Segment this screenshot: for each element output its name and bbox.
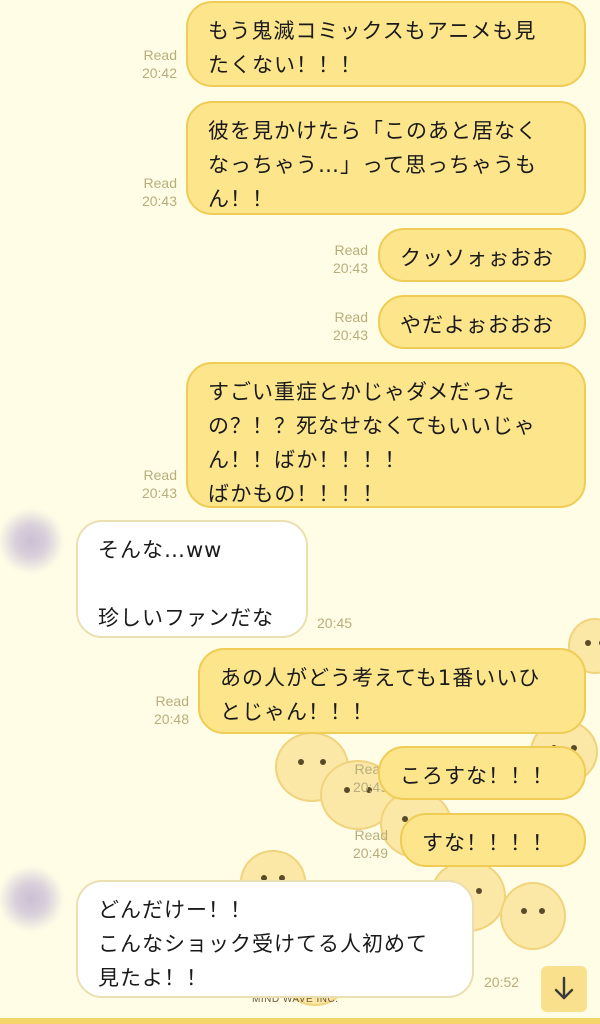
- read-receipt: Read: [334, 309, 368, 325]
- timestamp: 20:43: [332, 260, 368, 276]
- message-meta: Read 20:48: [154, 692, 189, 728]
- read-receipt: Read: [143, 175, 177, 191]
- outgoing-message-bubble[interactable]: すな！！！！: [400, 813, 586, 867]
- incoming-message-bubble[interactable]: どんだけー！！ こんなショック受けてる人初めて 見たよ！！: [76, 880, 474, 998]
- contact-avatar[interactable]: [0, 866, 64, 932]
- outgoing-message-bubble[interactable]: やだよぉおおお: [378, 295, 586, 349]
- timestamp: 20:43: [141, 485, 177, 501]
- outgoing-message-bubble[interactable]: すごい重症とかじゃダメだった の？！？死なせなくてもいいじゃ ん！！ばか！！！！…: [186, 362, 586, 508]
- chick-sticker: [500, 882, 566, 950]
- read-receipt: Read: [334, 242, 368, 258]
- outgoing-message-bubble[interactable]: クッソォぉおお: [378, 228, 586, 282]
- message-meta: Read 20:42: [142, 46, 177, 82]
- message-meta: Read 20:43: [333, 308, 368, 344]
- incoming-message-bubble[interactable]: そんな…ww 珍しいファンだな: [76, 520, 308, 638]
- message-meta: Read 20:43: [333, 241, 368, 277]
- chat-area[interactable]: MIND WAVE INC. Read 20:42 もう鬼滅コミックスもアニメも…: [0, 0, 600, 1024]
- scroll-to-bottom-button[interactable]: [541, 966, 587, 1012]
- timestamp: 20:52: [484, 974, 520, 990]
- timestamp: 20:42: [141, 65, 177, 81]
- read-receipt: Read: [354, 827, 388, 843]
- bottom-edge: [0, 1018, 600, 1024]
- timestamp: 20:49: [352, 845, 388, 861]
- message-meta: Read 20:43: [142, 174, 177, 210]
- message-meta: Read 20:43: [142, 466, 177, 502]
- read-receipt: Read: [155, 693, 189, 709]
- read-receipt: Read: [143, 47, 177, 63]
- timestamp: 20:43: [332, 327, 368, 343]
- timestamp: 20:45: [317, 615, 353, 631]
- timestamp: 20:48: [153, 711, 189, 727]
- contact-avatar[interactable]: [0, 508, 64, 574]
- outgoing-message-bubble[interactable]: 彼を見かけたら「このあと居なく なっちゃう…」って思っちゃうも ん！！: [186, 101, 586, 215]
- outgoing-message-bubble[interactable]: もう鬼滅コミックスもアニメも見 たくない！！！: [186, 1, 586, 87]
- outgoing-message-bubble[interactable]: あの人がどう考えても1番いいひ とじゃん！！！: [198, 648, 586, 734]
- read-receipt: Read: [143, 467, 177, 483]
- message-meta: Read 20:49: [353, 826, 388, 862]
- outgoing-message-bubble[interactable]: ころすな！！！: [378, 746, 586, 800]
- timestamp: 20:43: [141, 193, 177, 209]
- arrow-down-icon: [554, 976, 574, 1000]
